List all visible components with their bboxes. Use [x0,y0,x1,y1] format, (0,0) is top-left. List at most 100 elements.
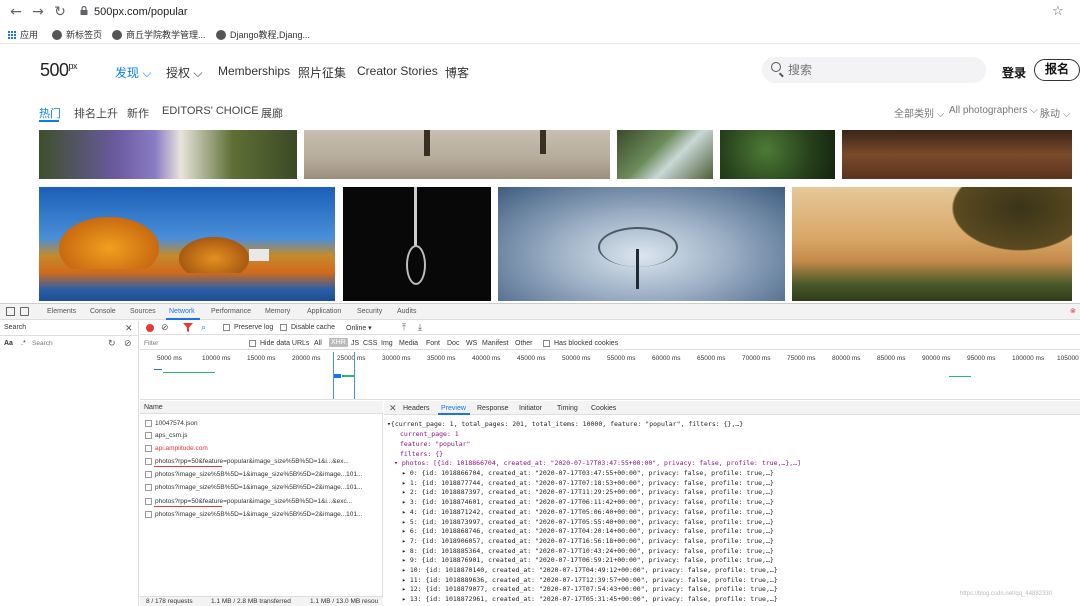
photo-item-row[interactable]: ▸ 6: {id: 1018868746, created_at: "2020-… [402,527,774,535]
type-all[interactable]: All [314,340,322,347]
bookmark-newtab[interactable]: 新标签页 [52,28,102,41]
photo-tree-desert[interactable] [304,130,610,179]
preview-photos-array[interactable]: ▾ photos: [{id: 1018866704, created_at: … [394,459,801,467]
close-search-icon[interactable]: ✕ [125,323,133,334]
tab-network[interactable]: Network [169,308,195,315]
photo-item-row[interactable]: ▸ 12: {id: 1018879077, created_at: "2020… [402,585,778,593]
tab-editors-choice[interactable]: EDITORS' CHOICE [162,105,259,117]
filter-pulse[interactable]: 脉动 ⌵ [1040,105,1070,120]
photo-item-row[interactable]: ▸ 11: {id: 1018889636, created_at: "2020… [402,576,778,584]
search-network-icon[interactable]: ⌕ [201,322,206,333]
menu-memberships[interactable]: Memberships [218,64,290,78]
type-doc[interactable]: Doc [447,340,459,347]
filter-category[interactable]: 全部类别 ⌵ [894,105,944,120]
tab-memory[interactable]: Memory [265,308,290,315]
tab-console[interactable]: Console [90,308,116,315]
disable-cache-checkbox[interactable] [280,324,287,331]
request-row[interactable]: photos?image_size%5B%5D=1&image_size%5B%… [145,481,381,493]
filter-funnel-icon[interactable] [183,323,193,332]
menu-photo-contest[interactable]: 照片征集 [298,64,346,81]
search-input[interactable] [32,338,102,349]
photo-autumn-lake[interactable] [39,187,335,301]
tab-fresh[interactable]: 新作 [127,105,149,121]
photo-item-row[interactable]: ▸ 1: {id: 1018877744, created_at: "2020-… [402,479,774,487]
request-row[interactable]: api.amplitude.com [145,442,381,454]
request-row[interactable]: photos?image_size%5B%5D=1&image_size%5B%… [145,508,381,520]
export-har-icon[interactable]: ⤓ [418,322,422,333]
photo-item-row[interactable]: ▸ 4: {id: 1018871242, created_at: "2020-… [402,508,774,516]
device-toolbar-icon[interactable] [20,307,29,316]
regex-toggle[interactable]: .* [21,340,26,347]
bookmark-star-icon[interactable]: ☆ [1052,4,1064,19]
filter-photographers[interactable]: All photographers ⌵ [949,105,1038,116]
tab-application[interactable]: Application [307,308,341,315]
photo-woman-wood[interactable] [842,130,1072,179]
photo-river[interactable] [617,130,713,179]
menu-licensing[interactable]: 授权 ⌵ [166,64,202,81]
request-row[interactable]: 10047574.json [145,417,381,429]
tab-timing[interactable]: Timing [557,405,578,412]
type-media[interactable]: Media [399,340,418,347]
login-button[interactable]: 登录 [1002,64,1026,81]
back-icon[interactable]: ← [8,4,24,20]
filter-input[interactable] [144,338,234,348]
photo-item-row[interactable]: ▸ 3: {id: 1018874601, created_at: "2020-… [402,498,774,506]
refresh-icon[interactable]: ↻ [108,338,116,349]
menu-blog[interactable]: 博客 [445,64,469,81]
signup-button[interactable]: 报名 [1034,59,1080,81]
tab-popular[interactable]: 热门 [39,105,61,121]
site-search-input[interactable] [788,61,968,79]
tab-performance[interactable]: Performance [211,308,251,315]
tab-sources[interactable]: Sources [130,308,156,315]
photo-item-row[interactable]: ▸ 10: {id: 1018870140, created_at: "2020… [402,566,778,574]
menu-creator-stories[interactable]: Creator Stories [357,64,438,78]
type-img[interactable]: Img [381,340,393,347]
inspect-element-icon[interactable] [6,307,15,316]
tab-initiator[interactable]: Initiator [519,405,542,412]
type-ws[interactable]: WS [466,340,477,347]
close-detail-icon[interactable]: ✕ [389,403,397,414]
photo-item-row[interactable]: ▸ 9: {id: 1018876901, created_at: "2020-… [402,556,774,564]
type-xhr[interactable]: XHR [329,338,348,347]
photo-winter-tree[interactable] [498,187,785,301]
photo-noose[interactable] [343,187,491,301]
clear-log-icon[interactable]: ⊘ [161,322,169,333]
type-other[interactable]: Other [515,340,533,347]
tab-upcoming[interactable]: 排名上升 [74,105,118,121]
tab-headers[interactable]: Headers [403,405,429,412]
tab-cookies[interactable]: Cookies [591,405,616,412]
photo-item-row[interactable]: ▸ 7: {id: 1018906057, created_at: "2020-… [402,537,774,545]
reload-icon[interactable]: ↻ [52,4,68,20]
menu-discover[interactable]: 发现 ⌵ [115,64,151,81]
clear-icon[interactable]: ⊘ [124,338,132,349]
photo-item-row[interactable]: ▸ 2: {id: 1018887397, created_at: "2020-… [402,488,774,496]
tab-response[interactable]: Response [477,405,509,412]
has-blocked-checkbox[interactable] [543,340,550,347]
preview-summary[interactable]: ▾{current_page: 1, total_pages: 201, tot… [387,420,743,428]
bookmark-shangqiu[interactable]: 商丘学院教学管理... [112,28,206,41]
name-column-header[interactable]: Name [144,404,163,411]
record-icon[interactable] [146,324,154,332]
type-js[interactable]: JS [351,340,359,347]
site-search[interactable] [762,57,986,83]
match-case-toggle[interactable]: Aa [4,340,13,347]
tab-elements[interactable]: Elements [47,308,76,315]
preserve-log-checkbox[interactable] [223,324,230,331]
hide-data-urls-checkbox[interactable] [249,340,256,347]
bookmark-apps[interactable]: 应用 [8,28,38,41]
address-bar[interactable]: 500px.com/popular [94,6,188,18]
request-row[interactable]: aps_csm.js [145,429,381,441]
type-manifest[interactable]: Manifest [482,340,508,347]
photo-item-row[interactable]: ▸ 5: {id: 1018873997, created_at: "2020-… [402,518,774,526]
photo-lakeside-tree[interactable] [792,187,1072,301]
throttling-select[interactable]: Online ▾ [346,324,372,332]
error-count-icon[interactable]: ⊗ [1070,307,1076,315]
tab-galleries[interactable]: 展廊 [261,105,283,121]
photo-item-row[interactable]: ▸ 8: {id: 1018885364, created_at: "2020-… [402,547,774,555]
tab-audits[interactable]: Audits [397,308,416,315]
photo-item-row[interactable]: ▸ 0: {id: 1018866704, created_at: "2020-… [402,469,774,477]
tab-preview[interactable]: Preview [441,405,466,412]
photo-item-row[interactable]: ▸ 13: {id: 1018872961, created_at: "2020… [402,595,778,603]
forward-icon[interactable]: → [30,4,46,20]
request-row[interactable]: photos?image_size%5B%5D=1&image_size%5B%… [145,468,381,480]
